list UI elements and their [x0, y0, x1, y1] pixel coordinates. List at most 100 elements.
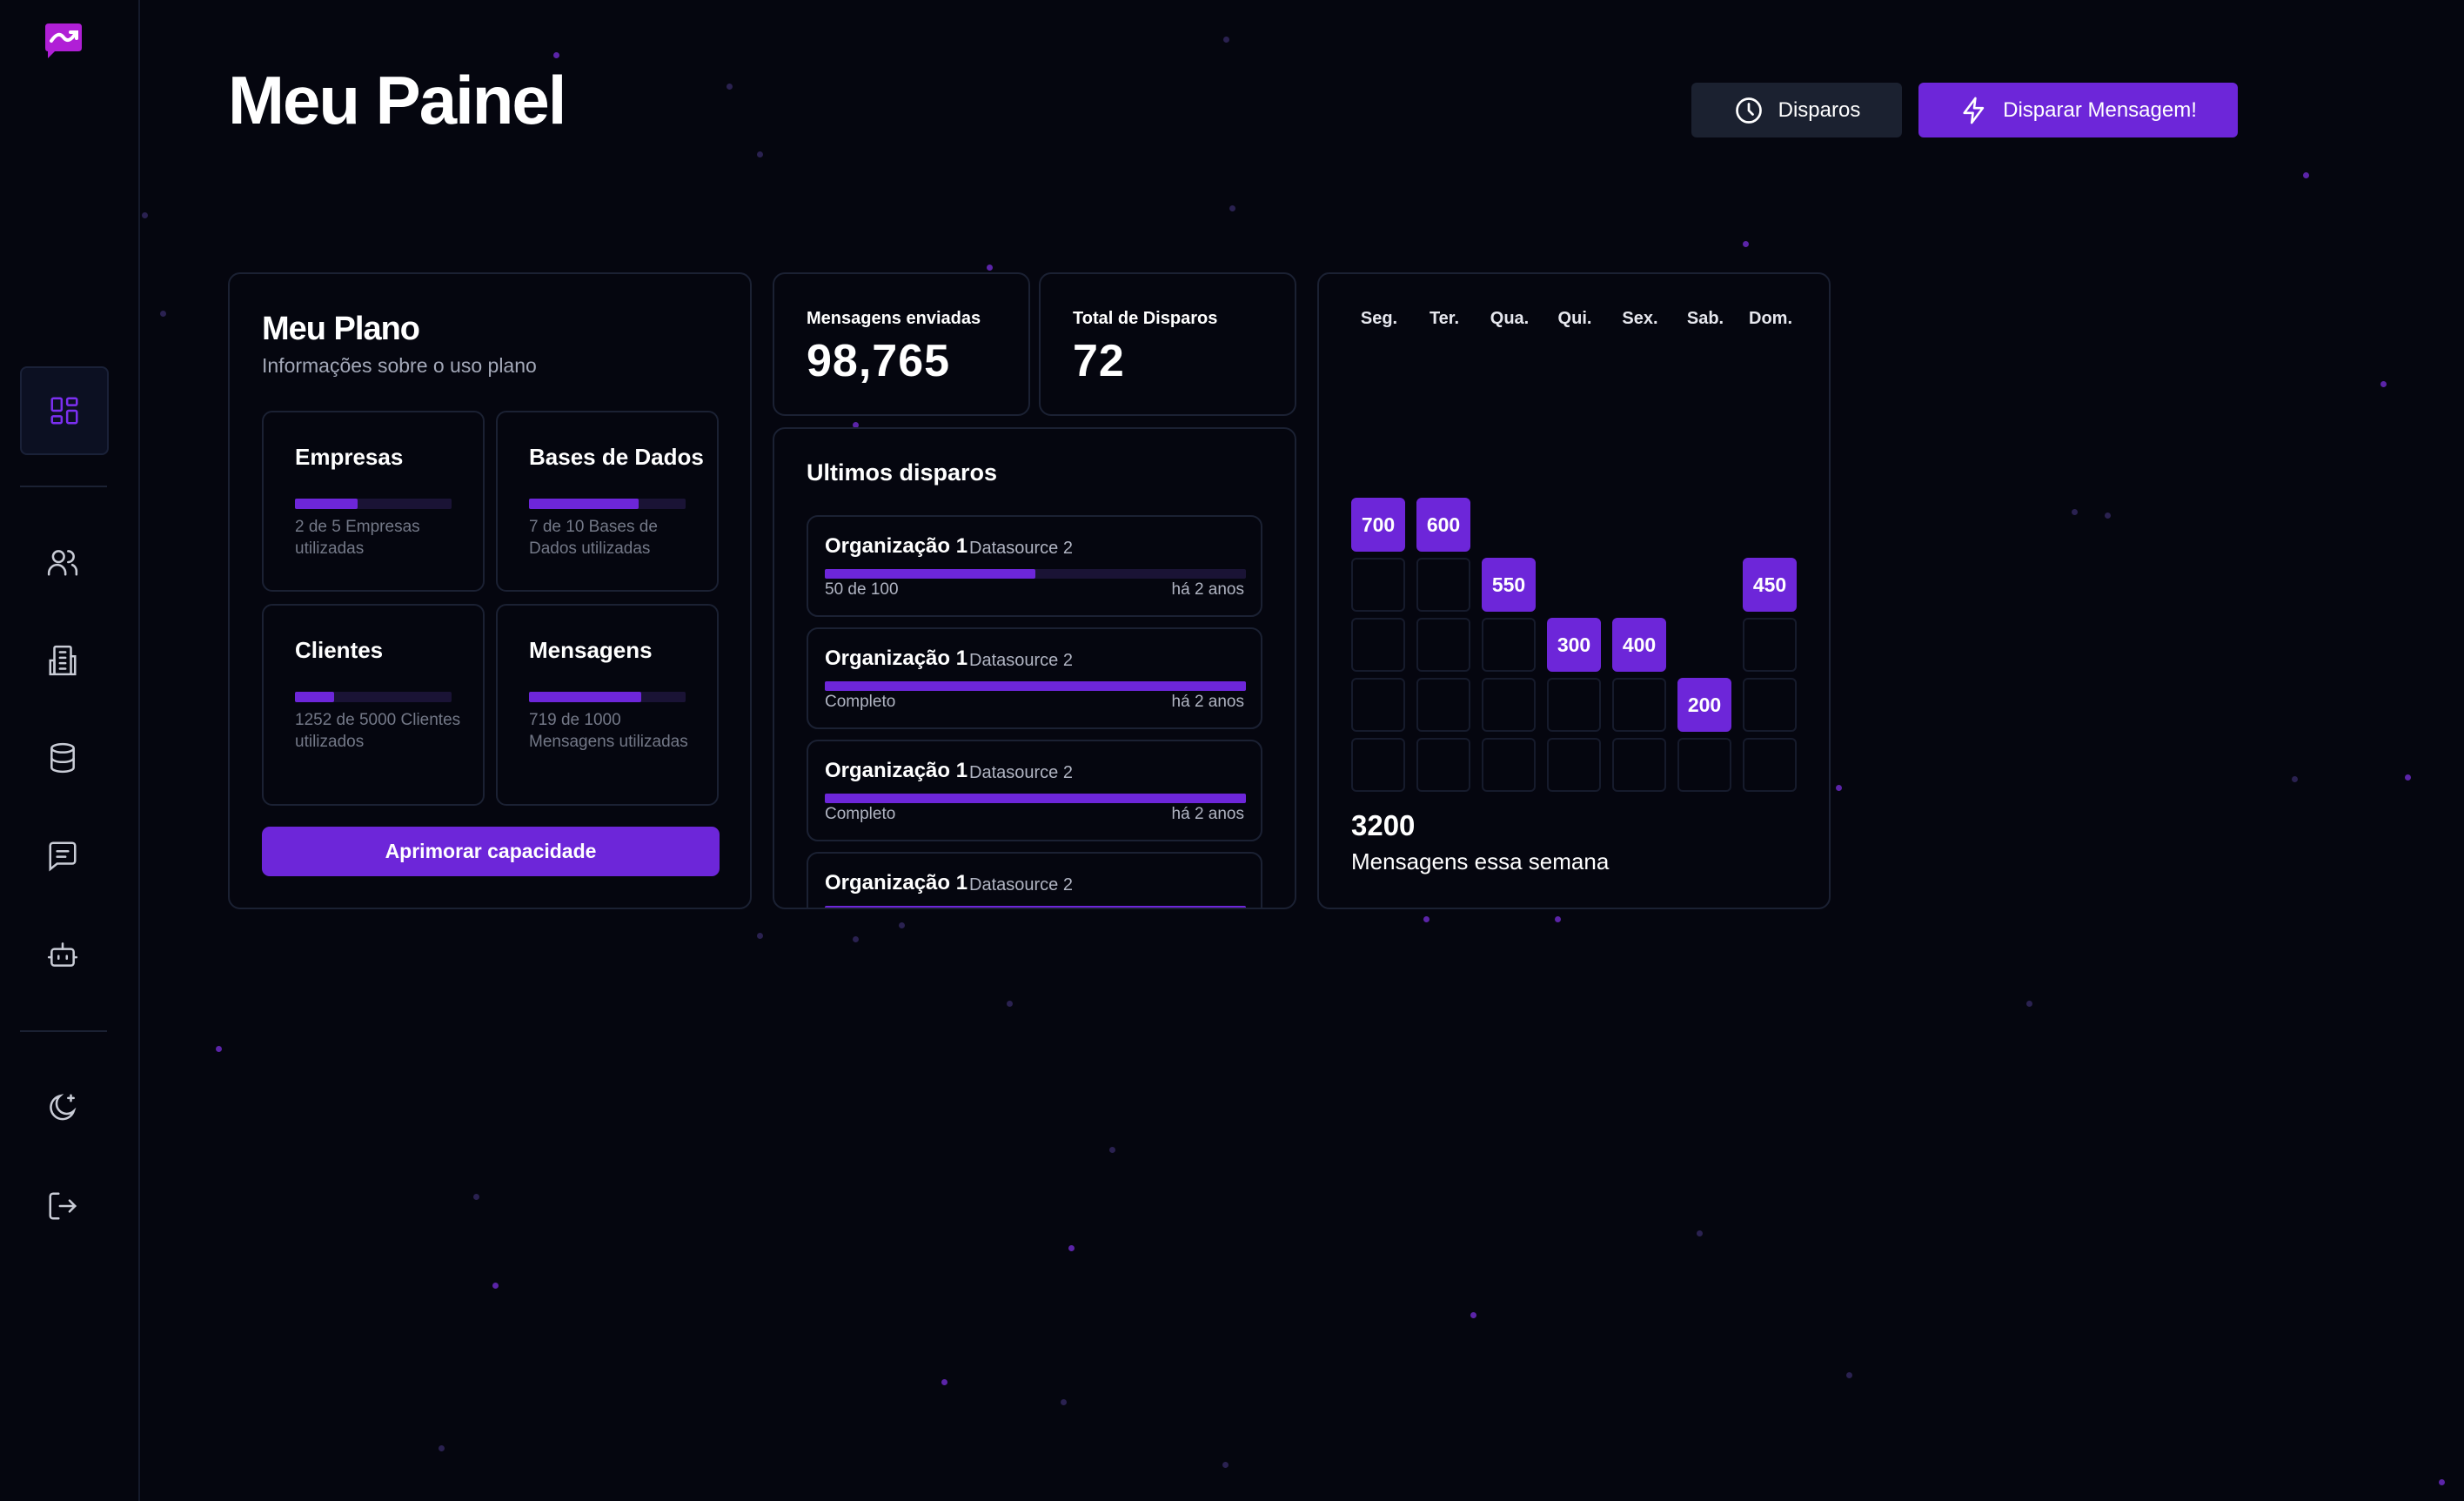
day-empty-cell — [1416, 558, 1470, 612]
day-empty-cell — [1547, 738, 1601, 792]
dispatch-datasource: Datasource 2 — [969, 539, 1073, 558]
quota-title: Empresas — [295, 444, 404, 470]
dispatch-item[interactable]: Organização 1 Datasource 2 50 de 100 há … — [807, 515, 1262, 617]
dispatch-item[interactable]: Organização 1 Datasource 2 Completo há 2… — [807, 627, 1262, 729]
day-value-cell: 700 — [1351, 498, 1405, 552]
quota-progress-bar — [529, 499, 686, 509]
dispatch-progress-bar — [825, 569, 1246, 579]
day-label: Qua. — [1490, 309, 1530, 328]
dispatch-item[interactable]: Organização 1 Datasource 2 Completo há 2… — [807, 740, 1262, 841]
day-empty-cell — [1482, 738, 1536, 792]
dispatch-status: 50 de 100 — [825, 580, 899, 599]
day-label: Qui. — [1557, 309, 1592, 328]
dispatch-organization: Organização 1 — [825, 534, 968, 558]
theme-moon-icon — [50, 1094, 77, 1121]
sidebar-item-databases[interactable] — [20, 715, 105, 801]
app-logo[interactable] — [43, 22, 84, 60]
day-empty-cell — [1677, 738, 1731, 792]
quota-progress-bar — [295, 692, 452, 702]
quota-title: Mensagens — [529, 637, 653, 663]
day-value-cell: 450 — [1743, 558, 1797, 612]
weekly-caption: Mensagens essa semana — [1351, 848, 1610, 874]
sidebar-item-messages[interactable] — [20, 813, 105, 898]
recent-dispatches-title: Ultimos disparos — [807, 459, 998, 486]
upgrade-capacity-button[interactable]: Aprimorar capacidade — [262, 827, 720, 876]
quota-messages: Mensagens 719 de 1000 Mensagens utilizad… — [496, 604, 719, 806]
dispatch-organization: Organização 1 — [825, 759, 968, 782]
quota-title: Clientes — [295, 637, 384, 663]
logout-button[interactable] — [20, 1163, 105, 1249]
dispatch-organization: Organização 1 — [825, 871, 968, 895]
weekly-messages-card: 3200 Mensagens essa semana Seg. 700 Ter. 60… — [1317, 272, 1831, 909]
send-message-button-label: Disparar Mensagem! — [2003, 97, 2197, 122]
messages-sent-label: Mensagens enviadas — [807, 309, 981, 328]
dispatch-status: Completo — [825, 805, 896, 823]
messages-sent-card: Mensagens enviadas 98,765 — [773, 272, 1030, 416]
total-dispatches-label: Total de Disparos — [1073, 309, 1218, 328]
sidebar-item-dashboard[interactable] — [20, 366, 109, 455]
quota-clients: Clientes 1252 de 5000 Clientes utilizado… — [262, 604, 485, 806]
send-message-button[interactable]: Disparar Mensagem! — [1918, 83, 2238, 137]
quota-databases: Bases de Dados 7 de 10 Bases de Dados ut… — [496, 411, 719, 592]
day-empty-cell — [1416, 738, 1470, 792]
quota-text: 1252 de 5000 Clientes utilizados — [295, 711, 461, 751]
quota-text: 719 de 1000 Mensagens utilizadas — [529, 711, 688, 751]
dispatch-datasource: Datasource 2 — [969, 763, 1073, 782]
day-empty-cell — [1351, 738, 1405, 792]
day-value-cell: 200 — [1677, 678, 1731, 732]
plan-subtitle: Informações sobre o uso plano — [262, 354, 537, 377]
day-empty-cell — [1743, 738, 1797, 792]
day-label: Sab. — [1686, 309, 1724, 328]
users-icon — [47, 550, 78, 576]
sidebar — [0, 0, 140, 1501]
day-empty-cell — [1482, 618, 1536, 672]
quota-companies: Empresas 2 de 5 Empresas utilizadas — [262, 411, 485, 592]
dispatch-progress-bar — [825, 681, 1246, 691]
logout-icon — [49, 1192, 77, 1220]
day-label: Dom. — [1749, 309, 1792, 328]
sidebar-divider — [20, 1030, 107, 1032]
sidebar-divider — [20, 486, 107, 487]
day-empty-cell — [1416, 618, 1470, 672]
day-empty-cell — [1351, 618, 1405, 672]
dispatch-time: há 2 anos — [1171, 693, 1244, 711]
building-icon — [49, 645, 77, 676]
total-dispatches-value: 72 — [1073, 336, 1125, 386]
plan-card: Meu Plano Informações sobre o uso plano … — [228, 272, 752, 909]
day-label: Seg. — [1360, 309, 1398, 328]
theme-toggle-button[interactable] — [20, 1065, 105, 1150]
sidebar-item-bots[interactable] — [20, 912, 105, 997]
quota-progress-bar — [529, 692, 686, 702]
dispatches-button[interactable]: Disparos — [1691, 83, 1902, 137]
quota-title: Bases de Dados — [529, 444, 704, 470]
lightning-icon — [1963, 97, 1985, 124]
day-empty-cell — [1482, 678, 1536, 732]
day-value-cell: 600 — [1416, 498, 1470, 552]
recent-dispatches-card: Ultimos disparos Organização 1 Datasourc… — [773, 427, 1296, 909]
dispatch-status: Completo — [825, 693, 896, 711]
day-label: Ter. — [1429, 309, 1460, 328]
quota-progress-bar — [295, 499, 452, 509]
dispatch-organization: Organização 1 — [825, 647, 968, 670]
day-empty-cell — [1351, 558, 1405, 612]
day-empty-cell — [1351, 678, 1405, 732]
message-icon — [49, 841, 77, 872]
sidebar-item-users[interactable] — [20, 519, 105, 605]
dispatches-button-label: Disparos — [1778, 97, 1861, 122]
dispatch-item[interactable]: Organização 1 Datasource 2 — [807, 852, 1262, 908]
bot-icon — [47, 942, 78, 967]
dispatch-progress-bar — [825, 794, 1246, 803]
total-dispatches-card: Total de Disparos 72 — [1039, 272, 1296, 416]
day-value-cell: 300 — [1547, 618, 1601, 672]
clock-icon — [1735, 97, 1762, 124]
sidebar-item-companies[interactable] — [20, 618, 105, 703]
dispatch-time: há 2 anos — [1171, 580, 1244, 599]
dispatch-progress-bar — [825, 906, 1246, 908]
day-empty-cell — [1612, 738, 1666, 792]
day-empty-cell — [1743, 678, 1797, 732]
day-value-cell: 550 — [1482, 558, 1536, 612]
day-empty-cell — [1416, 678, 1470, 732]
weekly-total: 3200 — [1351, 809, 1416, 841]
quota-text: 2 de 5 Empresas utilizadas — [295, 518, 420, 558]
database-icon — [50, 742, 75, 774]
